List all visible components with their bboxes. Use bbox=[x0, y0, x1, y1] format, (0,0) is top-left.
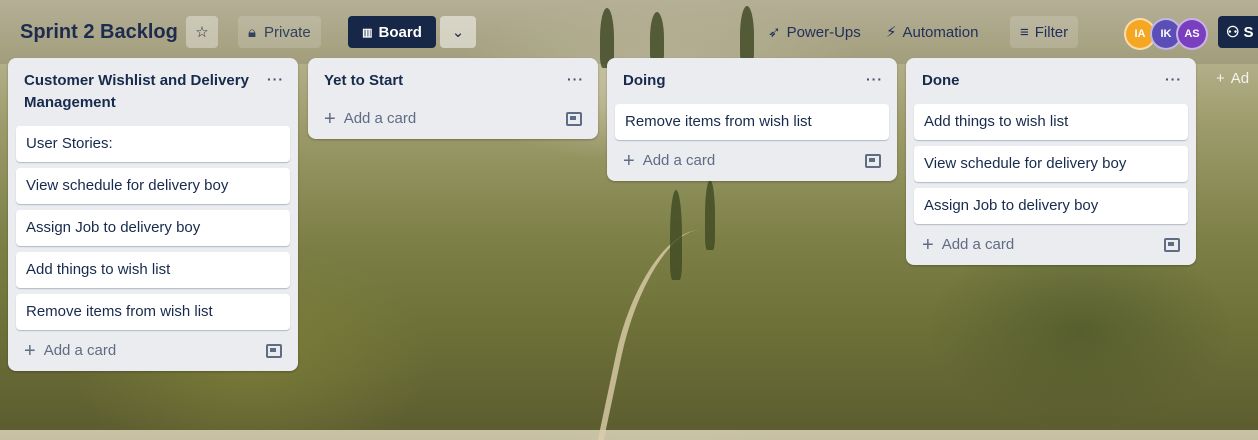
powerups-label: Power-Ups bbox=[786, 23, 861, 41]
board-view-button[interactable]: ▥ Board bbox=[348, 16, 436, 48]
list-menu-icon[interactable]: ··· bbox=[267, 68, 284, 90]
card[interactable]: User Stories: bbox=[16, 126, 290, 162]
list-header[interactable]: Yet to Start ··· bbox=[308, 58, 598, 98]
board-header: Sprint 2 Backlog ☆ 🔒︎ Private ▥ Board ⌄ … bbox=[0, 0, 1258, 64]
card-template-icon[interactable] bbox=[865, 153, 881, 168]
plus-icon: + bbox=[623, 149, 635, 172]
background-tree bbox=[670, 190, 682, 280]
board-view-label: Board bbox=[378, 23, 422, 41]
automation-label: Automation bbox=[902, 23, 979, 41]
board-view-icon: ▥ bbox=[362, 26, 373, 39]
card[interactable]: Assign Job to delivery boy bbox=[16, 210, 290, 246]
add-list-button[interactable]: + Ad bbox=[1216, 70, 1249, 87]
add-card-label: Add a card bbox=[941, 236, 1015, 253]
list-title[interactable]: Customer Wishlist and Delivery Managemen… bbox=[24, 72, 249, 111]
plus-icon: + bbox=[24, 339, 36, 362]
add-card-label: Add a card bbox=[43, 342, 117, 359]
card[interactable]: Add things to wish list bbox=[914, 104, 1188, 140]
list-menu-icon[interactable]: ··· bbox=[866, 68, 883, 90]
lock-icon: 🔒︎ bbox=[248, 23, 256, 41]
filter-button[interactable]: ≡ Filter bbox=[1010, 16, 1079, 48]
star-button[interactable]: ☆ bbox=[186, 16, 218, 48]
list-menu-icon[interactable]: ··· bbox=[1165, 68, 1182, 90]
list-title[interactable]: Doing bbox=[623, 72, 666, 89]
card[interactable]: Remove items from wish list bbox=[615, 104, 889, 140]
filter-label: Filter bbox=[1034, 23, 1069, 41]
share-button[interactable]: ⚇ S bbox=[1218, 16, 1258, 48]
plus-icon: + bbox=[1216, 70, 1225, 87]
card-template-icon[interactable] bbox=[266, 343, 282, 358]
rocket-icon: ➶ bbox=[768, 24, 781, 41]
list-doing: Doing ··· Remove items from wish list + … bbox=[607, 58, 897, 181]
list-header[interactable]: Done ··· bbox=[906, 58, 1196, 98]
card[interactable]: Assign Job to delivery boy bbox=[914, 188, 1188, 224]
list-yet-to-start: Yet to Start ··· + Add a card bbox=[308, 58, 598, 139]
list-title[interactable]: Done bbox=[922, 72, 960, 89]
list-title[interactable]: Yet to Start bbox=[324, 72, 403, 89]
visibility-label: Private bbox=[263, 23, 311, 41]
add-card-button[interactable]: + Add a card bbox=[914, 228, 1188, 261]
card[interactable]: Remove items from wish list bbox=[16, 294, 290, 330]
plus-icon: + bbox=[922, 233, 934, 256]
add-card-label: Add a card bbox=[642, 152, 716, 169]
list-header[interactable]: Customer Wishlist and Delivery Managemen… bbox=[8, 58, 298, 120]
background-tree bbox=[705, 180, 715, 250]
lightning-icon: ⚡︎ bbox=[886, 24, 897, 41]
card[interactable]: View schedule for delivery boy bbox=[16, 168, 290, 204]
add-list-label: Ad bbox=[1230, 70, 1250, 87]
add-card-button[interactable]: + Add a card bbox=[615, 144, 889, 177]
board-title[interactable]: Sprint 2 Backlog bbox=[12, 16, 186, 48]
chevron-down-icon: ⌄ bbox=[451, 24, 465, 41]
filter-icon: ≡ bbox=[1020, 23, 1029, 41]
visibility-button[interactable]: 🔒︎ Private bbox=[238, 16, 321, 48]
card-template-icon[interactable] bbox=[1164, 237, 1180, 252]
list-done: Done ··· Add things to wish list View sc… bbox=[906, 58, 1196, 265]
add-person-icon: ⚇ bbox=[1226, 24, 1240, 41]
powerups-button[interactable]: ➶ Power-Ups bbox=[760, 16, 869, 48]
list-menu-icon[interactable]: ··· bbox=[567, 68, 584, 90]
add-card-button[interactable]: + Add a card bbox=[16, 334, 290, 367]
card-template-icon[interactable] bbox=[566, 111, 582, 126]
star-icon: ☆ bbox=[195, 24, 209, 41]
add-card-label: Add a card bbox=[343, 110, 417, 127]
card[interactable]: View schedule for delivery boy bbox=[914, 146, 1188, 182]
card[interactable]: Add things to wish list bbox=[16, 252, 290, 288]
add-card-button[interactable]: + Add a card bbox=[316, 102, 590, 135]
automation-button[interactable]: ⚡︎ Automation bbox=[878, 16, 986, 48]
plus-icon: + bbox=[324, 107, 336, 130]
list-header[interactable]: Doing ··· bbox=[607, 58, 897, 98]
view-switcher-button[interactable]: ⌄ bbox=[440, 16, 476, 48]
avatar[interactable]: AS bbox=[1176, 18, 1208, 50]
background-road bbox=[597, 230, 739, 440]
list-customer-wishlist: Customer Wishlist and Delivery Managemen… bbox=[8, 58, 298, 371]
share-label: S bbox=[1243, 23, 1254, 41]
